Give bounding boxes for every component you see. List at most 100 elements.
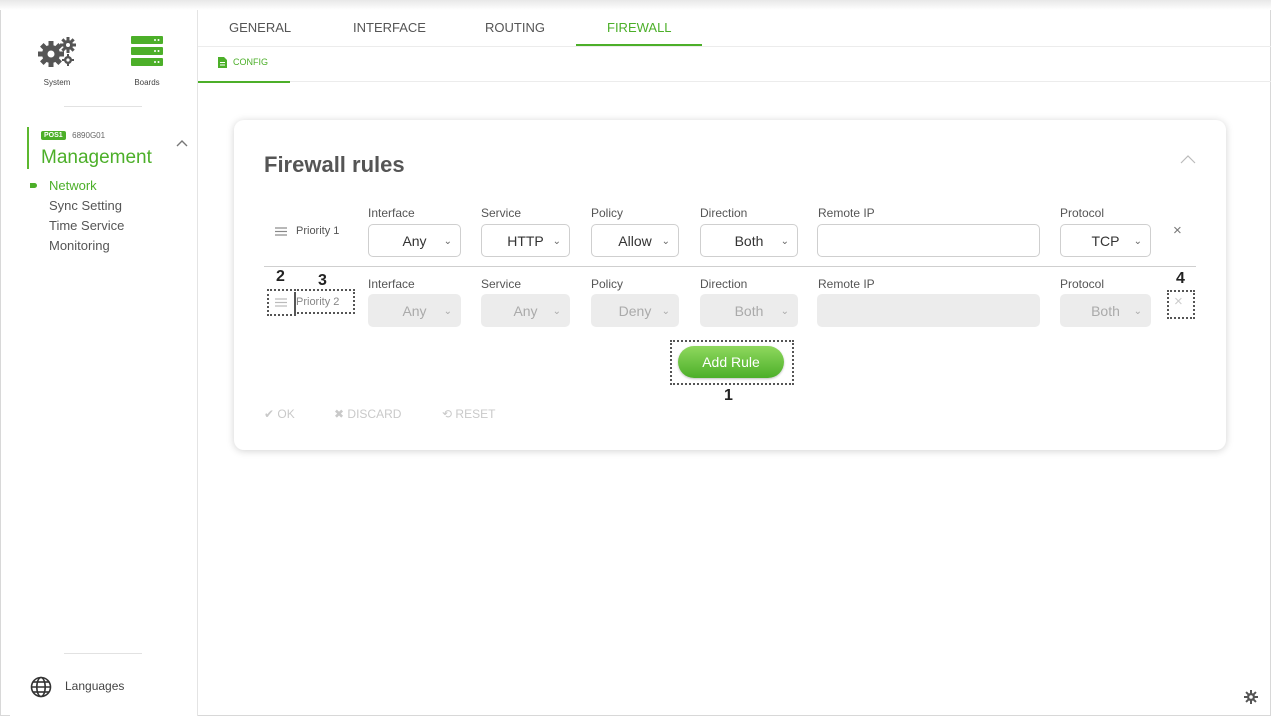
- select-value: Both: [734, 303, 764, 319]
- board-badge: POS1: [41, 131, 66, 141]
- policy-select[interactable]: Deny ⌄: [591, 294, 679, 327]
- chevron-down-icon: ⌄: [661, 236, 670, 247]
- annotation-box: [670, 340, 794, 385]
- annotation-number: 2: [276, 268, 285, 285]
- sidebar-item-label: Network: [49, 178, 97, 193]
- select-value: Any: [402, 303, 427, 319]
- x-icon: ✖: [334, 407, 345, 421]
- protocol-label: Protocol: [1060, 206, 1105, 220]
- protocol-select[interactable]: Both ⌄: [1060, 294, 1151, 327]
- sidebar-item-label: Sync Setting: [49, 198, 122, 213]
- chevron-up-icon[interactable]: [1179, 154, 1197, 165]
- section-title: Management: [41, 147, 152, 168]
- board-id: 6890G01: [72, 131, 106, 141]
- close-icon: ×: [1173, 222, 1182, 239]
- remote-ip-label: Remote IP: [818, 277, 875, 291]
- direction-label: Direction: [700, 277, 748, 291]
- subtab-label: CONFIG: [233, 57, 268, 67]
- sidebar-item-label: Time Service: [49, 218, 125, 233]
- tab-firewall[interactable]: FIREWALL: [607, 20, 672, 47]
- reset-label: RESET: [455, 407, 496, 421]
- policy-label: Policy: [591, 206, 624, 220]
- window-top-edge: [0, 0, 1271, 10]
- policy-label: Policy: [591, 277, 624, 291]
- chevron-down-icon: ⌄: [443, 236, 452, 247]
- languages-label: Languages: [65, 679, 125, 693]
- undo-icon: ⟲: [442, 407, 453, 421]
- annotation-number: 1: [724, 387, 733, 404]
- reset-button[interactable]: ⟲ RESET: [442, 407, 495, 421]
- chevron-down-icon: ⌄: [552, 236, 561, 247]
- ok-label: OK: [277, 407, 295, 421]
- interface-select[interactable]: Any ⌄: [368, 224, 461, 257]
- service-select[interactable]: Any ⌄: [481, 294, 570, 327]
- rule-divider: [264, 266, 1196, 267]
- sidebar: System Boards POS1 6890G01 Management Ne…: [10, 10, 198, 716]
- discard-label: DISCARD: [347, 407, 402, 421]
- select-value: HTTP: [507, 233, 544, 249]
- gears-icon: [38, 37, 76, 67]
- select-value: Deny: [618, 303, 652, 319]
- interface-select[interactable]: Any ⌄: [368, 294, 461, 327]
- select-value: Allow: [618, 233, 652, 249]
- sidebar-nav: Network Sync Setting Time Service Monito…: [27, 176, 124, 256]
- checkmark-icon: ✔: [264, 407, 275, 421]
- remote-ip-input[interactable]: [817, 224, 1040, 257]
- active-marker-icon: [30, 183, 37, 188]
- annotation-number: 3: [318, 272, 327, 289]
- policy-select[interactable]: Allow ⌄: [591, 224, 679, 257]
- subtab-config[interactable]: CONFIG: [218, 57, 268, 69]
- service-select[interactable]: HTTP ⌄: [481, 224, 570, 257]
- select-value: Any: [402, 233, 427, 249]
- chevron-down-icon: ⌄: [780, 306, 789, 317]
- drag-handle-icon[interactable]: [275, 227, 287, 236]
- remote-ip-input[interactable]: [817, 294, 1040, 327]
- protocol-label: Protocol: [1060, 277, 1105, 291]
- boards-label: Boards: [134, 78, 160, 87]
- direction-label: Direction: [700, 206, 748, 220]
- chevron-down-icon: ⌄: [780, 236, 789, 247]
- document-icon: [218, 57, 227, 69]
- select-value: Any: [513, 303, 538, 319]
- direction-select[interactable]: Both ⌄: [700, 294, 798, 327]
- chevron-down-icon: ⌄: [661, 306, 670, 317]
- sidebar-divider: [64, 653, 142, 654]
- tab-interface[interactable]: INTERFACE: [353, 20, 426, 47]
- select-value: Both: [734, 233, 764, 249]
- select-value: Both: [1091, 303, 1120, 319]
- select-value: TCP: [1091, 233, 1120, 249]
- sidebar-item-sync-setting[interactable]: Sync Setting: [27, 196, 124, 216]
- interface-label: Interface: [368, 206, 415, 220]
- sidebar-item-network[interactable]: Network: [27, 176, 124, 196]
- annotation-box: [1167, 290, 1195, 319]
- system-label: System: [43, 78, 71, 87]
- chevron-up-icon[interactable]: [175, 139, 189, 148]
- sidebar-item-time-service[interactable]: Time Service: [27, 216, 124, 236]
- tab-routing[interactable]: ROUTING: [485, 20, 545, 47]
- sidebar-item-label: Monitoring: [49, 238, 110, 253]
- service-label: Service: [481, 277, 522, 291]
- protocol-select[interactable]: TCP ⌄: [1060, 224, 1151, 257]
- boards-button[interactable]: Boards: [122, 30, 172, 90]
- sidebar-item-monitoring[interactable]: Monitoring: [27, 236, 124, 256]
- discard-button[interactable]: ✖ DISCARD: [334, 407, 401, 421]
- delete-rule-button[interactable]: ×: [1173, 222, 1182, 239]
- system-button[interactable]: System: [32, 30, 82, 90]
- chevron-down-icon: ⌄: [443, 306, 452, 317]
- settings-gear-icon[interactable]: [1244, 690, 1258, 704]
- direction-select[interactable]: Both ⌄: [700, 224, 798, 257]
- globe-icon: [30, 676, 52, 698]
- service-label: Service: [481, 206, 522, 220]
- board-section-header[interactable]: POS1 6890G01 Management: [27, 127, 188, 169]
- ok-button[interactable]: ✔ OK: [264, 407, 295, 421]
- annotation-number: 4: [1176, 270, 1185, 287]
- tab-general[interactable]: GENERAL: [229, 20, 291, 47]
- annotation-box: [294, 289, 355, 314]
- sub-tabs: CONFIG: [198, 47, 1271, 82]
- chevron-down-icon: ⌄: [1133, 236, 1142, 247]
- card-title: Firewall rules: [264, 152, 405, 177]
- active-tab-indicator: [576, 44, 702, 46]
- active-subtab-indicator: [198, 81, 290, 83]
- main-tabs: GENERAL INTERFACE ROUTING FIREWALL: [198, 10, 1271, 47]
- chevron-down-icon: ⌄: [1133, 306, 1142, 317]
